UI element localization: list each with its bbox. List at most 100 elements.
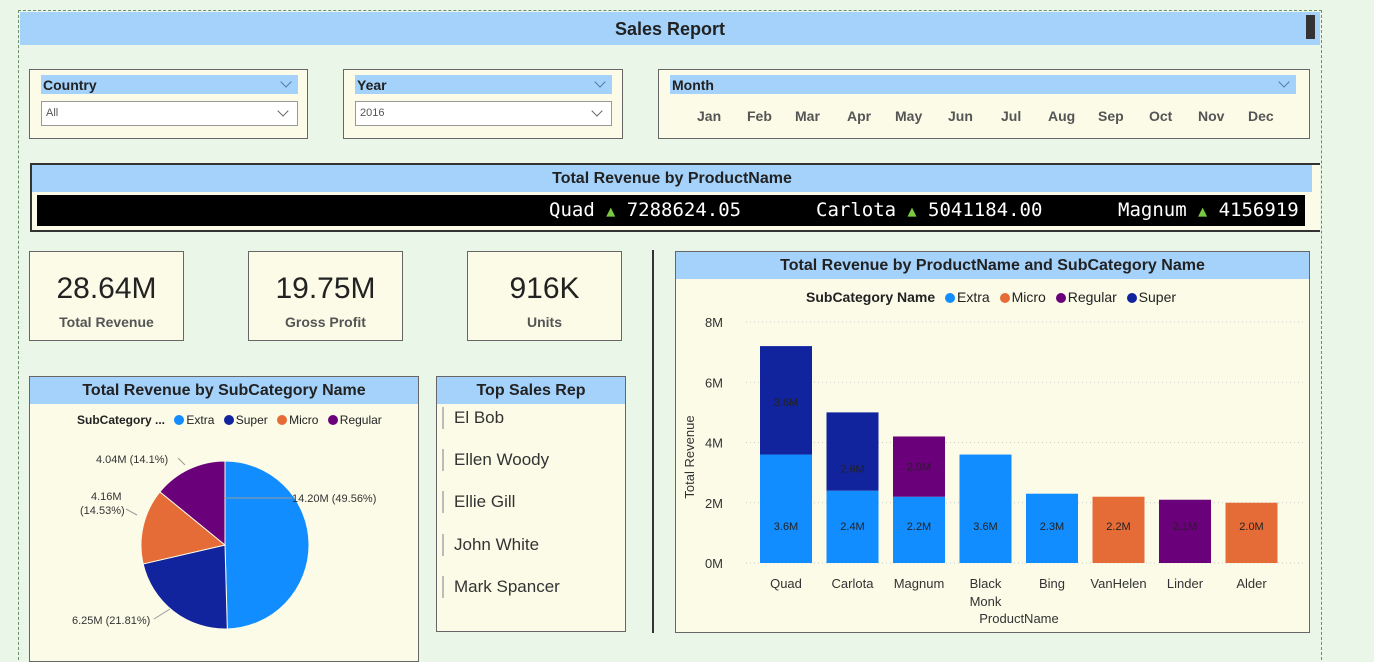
top-sales-rep-title: Top Sales Rep [437, 377, 625, 404]
month-sep[interactable]: Sep [1098, 108, 1124, 124]
pie-leader-line [125, 508, 138, 516]
top-sales-rep-panel: Top Sales Rep El Bob Ellen Woody Ellie G… [436, 376, 626, 632]
up-arrow-icon: ▲ [606, 202, 616, 220]
bar-data-label: 2.1M [1173, 521, 1197, 533]
x-tick-label: Carlota [832, 576, 875, 591]
up-arrow-icon: ▲ [1198, 202, 1208, 220]
bar-data-label: 2.2M [1106, 521, 1130, 533]
bar-segment-extra[interactable] [959, 454, 1012, 563]
bar-data-label: 2.0M [1239, 521, 1263, 533]
x-tick-label: Quad [770, 576, 802, 591]
kpi-value: 19.75M [275, 272, 376, 305]
month-slicer-header[interactable]: Month [670, 75, 1296, 94]
x-axis-label: ProductName [979, 611, 1058, 626]
bar-data-label: 2.0M [907, 461, 931, 473]
pie-label-micro-pct: (14.53%) [80, 505, 125, 517]
month-may[interactable]: May [895, 108, 922, 124]
bar-data-label: 2.6M [840, 463, 864, 475]
scrollbar-thumb[interactable] [1306, 15, 1315, 39]
ticker-item: Magnum ▲ 4156919 [1118, 195, 1299, 226]
chevron-down-icon [1278, 76, 1290, 88]
country-slicer-header[interactable]: Country [41, 75, 298, 94]
pie-leader-line [153, 608, 171, 620]
year-dropdown-value: 2016 [360, 107, 385, 119]
kpi-units: 916K Units [467, 251, 622, 341]
report-title: Sales Report [20, 12, 1320, 45]
x-tick-label: Black [970, 576, 1002, 591]
month-feb[interactable]: Feb [747, 108, 772, 124]
sales-rep-item[interactable]: John White [442, 534, 539, 556]
kpi-label: Total Revenue [59, 314, 154, 330]
chevron-down-icon [277, 105, 289, 117]
ticker-title: Total Revenue by ProductName [32, 165, 1312, 192]
kpi-gross-profit: 19.75M Gross Profit [248, 251, 403, 341]
month-dec[interactable]: Dec [1248, 108, 1274, 124]
country-slicer-label: Country [43, 77, 97, 93]
chevron-down-icon [591, 105, 603, 117]
pie-leader-line [177, 457, 186, 466]
ticker-strip: Quad ▲ 7288624.05 Carlota ▲ 5041184.00 M… [37, 195, 1305, 226]
ticker-item-value: 7288624.05 [626, 199, 742, 221]
sales-rep-item[interactable]: Mark Spancer [442, 576, 560, 598]
up-arrow-icon: ▲ [907, 202, 917, 220]
bar-data-label: 3.6M [774, 521, 798, 533]
kpi-label: Gross Profit [285, 314, 366, 330]
month-jan[interactable]: Jan [697, 108, 721, 124]
month-oct[interactable]: Oct [1149, 108, 1172, 124]
y-tick-label: 6M [705, 375, 723, 390]
pie-label-regular: 4.04M (14.1%) [96, 454, 168, 466]
month-jun[interactable]: Jun [948, 108, 973, 124]
pie-label-super: 6.25M (21.81%) [72, 615, 150, 627]
sales-rep-item[interactable]: El Bob [442, 407, 504, 429]
kpi-label: Units [527, 314, 562, 330]
bar-data-label: 2.4M [840, 521, 864, 533]
month-apr[interactable]: Apr [847, 108, 871, 124]
pie-chart: 14.20M (49.56%) 4.04M (14.1%) 4.16M (14.… [72, 454, 376, 630]
country-dropdown[interactable]: All [41, 101, 298, 126]
chevron-down-icon [280, 76, 292, 88]
x-tick-label: Alder [1236, 576, 1267, 591]
y-tick-label: 4M [705, 436, 723, 451]
sales-rep-item[interactable]: Ellen Woody [442, 449, 549, 471]
month-mar[interactable]: Mar [795, 108, 820, 124]
month-slicer-label: Month [672, 77, 714, 93]
year-slicer-header[interactable]: Year [355, 75, 612, 94]
sales-rep-item[interactable]: Ellie Gill [442, 491, 515, 513]
pie-slice-extra[interactable] [224, 460, 310, 630]
ticker-item-value: 5041184.00 [928, 199, 1043, 221]
year-dropdown[interactable]: 2016 [355, 101, 612, 126]
bar-segment-super[interactable] [826, 412, 879, 491]
bar-data-label: 3.6M [973, 521, 997, 533]
month-jul[interactable]: Jul [1001, 108, 1021, 124]
ticker-item-name: Quad [549, 199, 595, 221]
month-nov[interactable]: Nov [1198, 108, 1224, 124]
revenue-ticker: Total Revenue by ProductName Quad ▲ 7288… [30, 163, 1320, 232]
ticker-item: Quad ▲ 7288624.05 [549, 195, 741, 226]
bar-data-label: 2.2M [907, 521, 931, 533]
x-tick-label: Bing [1039, 576, 1065, 591]
x-tick-label: Magnum [894, 576, 945, 591]
year-slicer-label: Year [357, 77, 387, 93]
pie-label-micro-value: 4.16M [91, 491, 122, 503]
bar-data-label: 3.6M [774, 397, 798, 409]
y-tick-label: 0M [705, 556, 723, 571]
kpi-value: 916K [509, 272, 580, 305]
ticker-item-value: 4156919 [1218, 199, 1299, 221]
country-slicer: Country All [29, 69, 308, 139]
month-aug[interactable]: Aug [1048, 108, 1075, 124]
y-axis-label: Total Revenue [682, 415, 697, 498]
bar-chart: Total Revenue ProductName 0M 2M 4M 6M 8M 3.6… [682, 315, 1306, 626]
pie-chart-panel: Total Revenue by SubCategory Name SubCat… [29, 376, 419, 662]
kpi-total-revenue: 28.64M Total Revenue [29, 251, 184, 341]
pie-label-extra: 14.20M (49.56%) [292, 493, 376, 505]
x-tick-label: Linder [1167, 576, 1204, 591]
country-dropdown-value: All [46, 107, 59, 119]
pie-chart-title: Total Revenue by SubCategory Name [30, 377, 418, 404]
kpi-value: 28.64M [56, 272, 157, 305]
vertical-divider [652, 250, 654, 633]
bar-data-label: 2.3M [1040, 521, 1064, 533]
y-tick-label: 8M [705, 315, 723, 330]
month-slicer: Month Jan Feb Mar Apr May Jun Jul Aug Se… [658, 69, 1310, 139]
x-tick-label: VanHelen [1090, 576, 1146, 591]
bar-segment-extra[interactable] [760, 454, 812, 563]
